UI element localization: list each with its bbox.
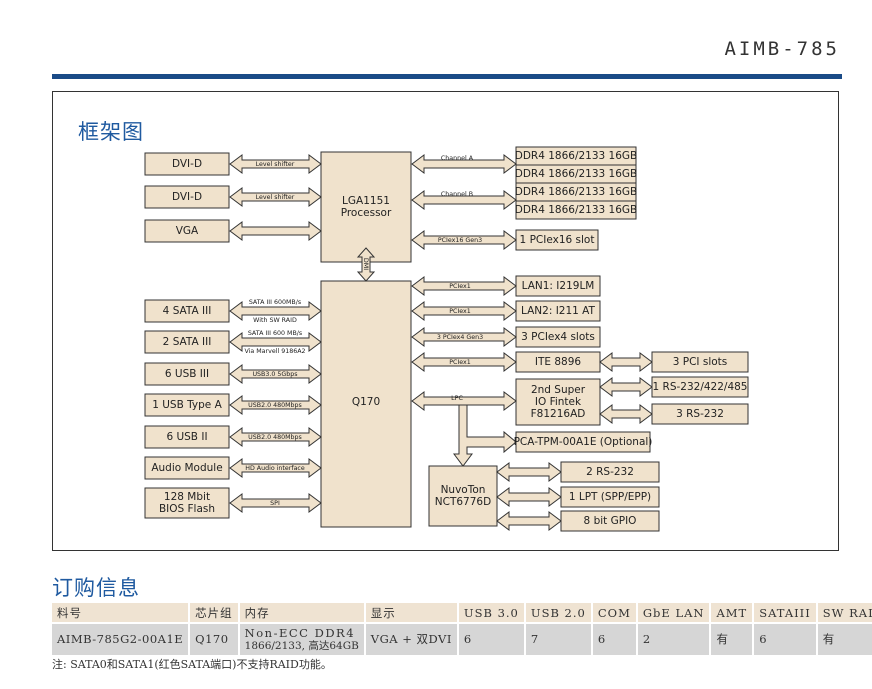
pci-slots-block-label: 3 PCI slots	[673, 356, 728, 368]
left-block-9-label: BIOS Flash	[159, 503, 215, 515]
superio-block-label: IO Fintek	[535, 396, 582, 408]
left-block-2-label: VGA	[176, 225, 199, 237]
cell-memory: Non-ECC DDR4 1866/2133, 高达64GB	[238, 622, 366, 655]
left-link-label-5: USB3.0 5Gbps	[252, 371, 297, 378]
lpc-label: LPC	[451, 395, 463, 402]
ordering-table: 料号 芯片组 内存 显示 USB 3.0 USB 2.0 COM GbE LAN…	[52, 603, 872, 655]
col-chipset: 芯片组	[189, 603, 240, 623]
nuvoton-child-arrow-1	[496, 487, 562, 507]
nuvoton-child-0-label: 2 RS-232	[586, 466, 634, 478]
left-link-sublabel-4: Via Marvell 9186A2	[244, 348, 305, 355]
left-link-label-4: SATA III 600 MB/s	[248, 330, 302, 337]
left-block-1-label: DVI-D	[172, 191, 202, 203]
ordering-title: 订购信息	[52, 576, 140, 600]
col-lan: GbE LAN	[636, 603, 712, 623]
left-link-label-8: HD Audio interface	[245, 465, 305, 472]
left-block-6-label: 1 USB Type A	[152, 399, 222, 411]
col-com: COM	[591, 603, 638, 623]
ite-child-arrow	[599, 352, 653, 372]
superio-child-1-label: 3 RS-232	[676, 408, 724, 420]
left-link-sublabel-3: With SW RAID	[253, 317, 297, 324]
left-block-0-label: DVI-D	[172, 158, 202, 170]
tpm-block-label: PCA-TPM-00A1E (Optional)	[514, 436, 653, 448]
dmi-label: DMI	[362, 258, 369, 270]
left-link-label-3: SATA III 600MB/s	[249, 299, 301, 306]
left-block-5-label: 6 USB III	[165, 368, 209, 380]
right-block-0-label: LAN1: I219LM	[522, 280, 595, 292]
col-sata: SATAIII	[753, 603, 818, 623]
nuvoton-block-label: NuvoTon	[441, 484, 486, 496]
table-row: AIMB-785G2-00A1E Q170 Non-ECC DDR4 1866/…	[52, 622, 872, 655]
memory-link-label-0: Channel A	[441, 155, 474, 162]
nuvoton-child-1-label: 1 LPT (SPP/EPP)	[569, 491, 651, 503]
left-link-label-1: Level shifter	[256, 194, 295, 201]
left-block-3-label: 4 SATA III	[163, 305, 212, 317]
left-block-8-label: Audio Module	[151, 462, 222, 474]
cell-com: 6	[591, 622, 638, 655]
footnote: 注: SATA0和SATA1(红色SATA端口)不支持RAID功能。	[52, 658, 332, 671]
cell-usb3: 6	[457, 622, 526, 655]
left-link-arrow-2	[229, 221, 322, 241]
cell-lan: 2	[636, 622, 712, 655]
superio-child-0-label: 1 RS-232/422/485	[653, 381, 748, 393]
cell-amt: 有	[710, 622, 755, 655]
superio-block-label: 2nd Super	[531, 384, 586, 396]
cell-usb2: 7	[524, 622, 593, 655]
right-link-label-2: 3 PCIex4 Gen3	[437, 334, 483, 341]
cell-chipset: Q170	[189, 622, 240, 655]
nuvoton-child-arrow-0	[496, 462, 562, 482]
nuvoton-child-arrow-2	[496, 511, 562, 531]
left-link-label-7: USB2.0 480Mbps	[248, 434, 302, 441]
left-block-7-label: 6 USB II	[166, 431, 207, 443]
cell-memory-line2: 1866/2133, 高达64GB	[244, 639, 359, 652]
dimm-1-1-label: DDR4 1866/2133 16GB	[515, 204, 638, 216]
processor-block-label: Processor	[341, 207, 392, 219]
col-usb2: USB 2.0	[524, 603, 593, 623]
right-block-1-label: LAN2: I211 AT	[521, 305, 596, 317]
col-raid: SW RAID	[816, 603, 872, 623]
superio-child-arrow-1	[599, 404, 653, 424]
col-usb3: USB 3.0	[457, 603, 526, 623]
dimm-0-1-label: DDR4 1866/2133 16GB	[515, 168, 638, 180]
right-link-label-1: PCIex1	[449, 308, 471, 315]
cell-part: AIMB-785G2-00A1E	[52, 622, 191, 655]
cell-memory-line1: Non-ECC DDR4	[244, 625, 356, 640]
cell-raid: 有	[816, 622, 872, 655]
col-part: 料号	[52, 603, 191, 623]
pcie-x16-block-label: 1 PCIex16 slot	[520, 234, 595, 246]
chipset-label: Q170	[352, 396, 380, 408]
col-amt: AMT	[710, 603, 755, 623]
left-link-label-0: Level shifter	[256, 161, 295, 168]
nuvoton-child-2-label: 8 bit GPIO	[584, 515, 637, 527]
lpc-trunk	[453, 404, 517, 467]
cell-display: VGA + 双DVI	[364, 622, 459, 655]
dimm-0-0-label: DDR4 1866/2133 16GB	[515, 150, 638, 162]
left-link-label-9: SPI	[270, 500, 280, 507]
right-block-2-label: 3 PCIex4 slots	[521, 331, 595, 343]
superio-child-arrow-0	[599, 377, 653, 397]
left-block-4-label: 2 SATA III	[163, 336, 212, 348]
right-link-label-3: PCIex1	[449, 359, 471, 366]
dimm-1-0-label: DDR4 1866/2133 16GB	[515, 186, 638, 198]
left-link-label-6: USB2.0 480Mbps	[248, 402, 302, 409]
right-link-label-0: PCIex1	[449, 283, 471, 290]
right-block-3-label: ITE 8896	[535, 356, 582, 368]
left-block-9-label: 128 Mbit	[164, 491, 210, 503]
nuvoton-block-label: NCT6776D	[435, 496, 491, 508]
col-display: 显示	[364, 603, 459, 623]
processor-block-label: LGA1151	[342, 195, 390, 207]
col-memory: 内存	[238, 603, 366, 623]
ordering-header-row: 料号 芯片组 内存 显示 USB 3.0 USB 2.0 COM GbE LAN…	[52, 603, 872, 623]
memory-link-label-1: Channel B	[441, 191, 473, 198]
pcie-x16-link-label: PCIex16 Gen3	[438, 237, 482, 244]
cell-sata: 6	[753, 622, 818, 655]
superio-block-label: F81216AD	[531, 408, 586, 420]
